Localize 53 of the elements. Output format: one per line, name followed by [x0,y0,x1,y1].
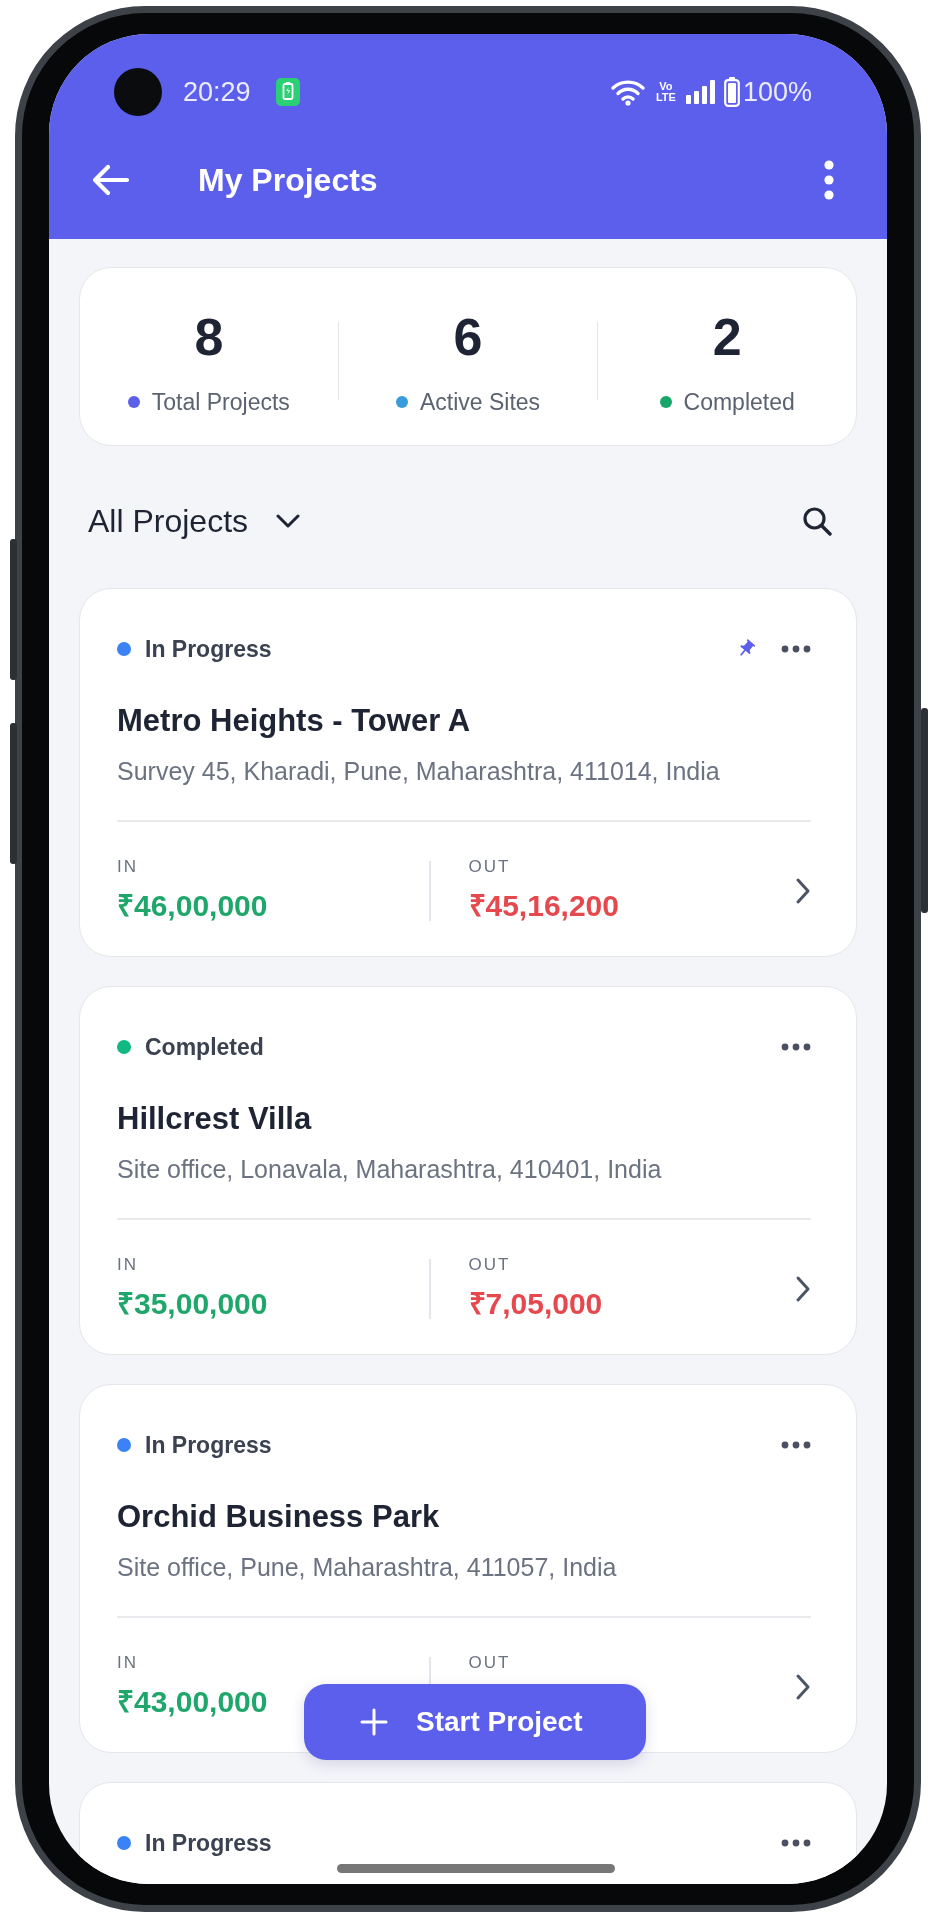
project-address: Site office, Lonavala, Maharashtra, 410401, India [117,1154,663,1185]
in-amount: ₹46,00,000 [117,888,269,924]
project-name: Metro Heights - Tower A [117,702,472,740]
status-label: In Progress [145,635,272,663]
status-label: In Progress [145,1431,272,1459]
volte-indicator: Vo LTE [655,81,676,103]
project-card[interactable]: In Progress Metro Heights - Tower A Survey 45, Kharadi, Pune, Maharashtra, 411014, India IN ₹46,00,000 OUT ₹45,16,200 [79,588,857,957]
out-label: OUT [468,1652,512,1674]
chevron-right-icon[interactable] [795,876,811,905]
stat-label: Total Projects [151,388,290,417]
status-label: In Progress [145,1829,272,1857]
battery-icon [723,77,740,107]
in-amount: ₹43,00,000 [117,1684,269,1720]
signal-icon [685,80,716,104]
project-name: Hillcrest Villa [117,1100,313,1138]
more-options-icon[interactable] [781,645,811,653]
out-label: OUT [468,856,512,878]
out-amount: ₹7,05,000 [468,1286,604,1322]
project-card[interactable]: Completed Hillcrest Villa Site office, Lonavala, Maharashtra, 410401, India IN ₹35,00,000 OUT ₹7,05,000 [79,986,857,1355]
back-icon[interactable] [90,163,130,197]
battery-saver-icon [275,78,300,106]
project-card[interactable]: In Progress [79,1782,857,1884]
more-options-icon[interactable] [781,1839,811,1847]
camera-cutout [114,68,162,116]
project-address: Site office, Pune, Maharashtra, 411057, India [117,1552,618,1583]
out-label: OUT [468,1254,512,1276]
project-address: Survey 45, Kharadi, Pune, Maharashtra, 411014, India [117,756,721,787]
battery-percent: 100% [742,76,812,108]
in-label: IN [117,1652,139,1674]
stat-value: 8 [194,307,224,367]
status-time: 20:29 [183,76,251,108]
app-title: My Projects [198,161,378,199]
stat-label: Active Sites [419,388,541,417]
status-label: Completed [145,1033,264,1061]
more-options-icon[interactable] [781,1441,811,1449]
more-vertical-icon[interactable] [823,160,835,200]
out-amount: ₹45,16,200 [468,888,620,924]
stat-value: 2 [712,307,742,367]
in-amount: ₹35,00,000 [117,1286,269,1322]
plus-icon [360,1708,388,1736]
chevron-right-icon[interactable] [795,1672,811,1701]
stat-value: 6 [453,307,483,367]
chevron-down-icon [276,514,301,528]
search-icon[interactable] [802,506,832,536]
start-project-button[interactable]: Start Project [304,1684,646,1760]
wifi-icon [609,78,646,106]
in-label: IN [117,1254,139,1276]
chevron-right-icon[interactable] [795,1274,811,1303]
in-label: IN [117,856,139,878]
stat-label: Completed [683,388,795,417]
project-filter-dropdown[interactable]: All Projects [88,502,301,540]
project-name: Orchid Business Park [117,1498,441,1536]
more-options-icon[interactable] [781,1043,811,1051]
